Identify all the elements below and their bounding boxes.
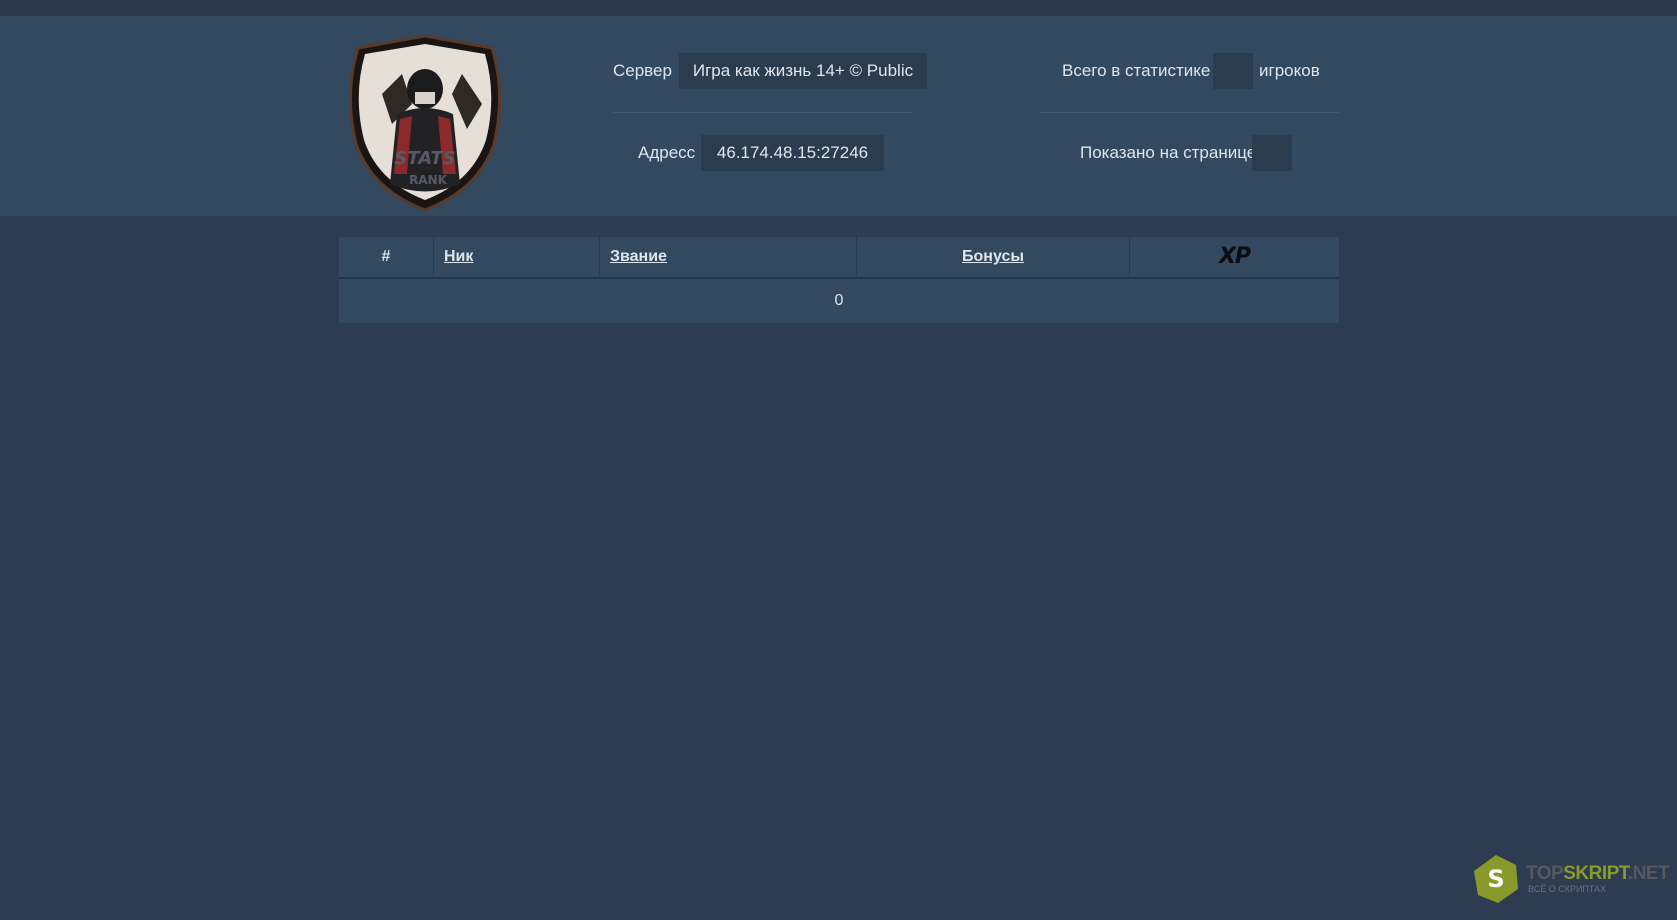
column-bonus[interactable]: Бонусы — [857, 237, 1130, 277]
logo-text-rank: RANK — [409, 173, 448, 187]
topskript-watermark: S TOPSKRIPT.NET ВСЁ О СКРИПТАХ — [1470, 853, 1670, 905]
watermark-text: TOPSKRIPT.NET — [1526, 863, 1670, 885]
total-label: Всего в статистике — [1062, 61, 1211, 80]
watermark-net: .NET — [1627, 863, 1670, 884]
watermark-top: TOP — [1526, 863, 1564, 884]
topskript-badge-icon: S — [1474, 855, 1518, 903]
server-divider — [613, 112, 913, 113]
sort-rank-link[interactable]: Звание — [610, 248, 667, 265]
server-value: Игра как жизнь 14+ © Public — [679, 53, 927, 89]
total-value — [1213, 53, 1253, 89]
column-rank[interactable]: Звание — [600, 237, 857, 277]
stats-header — [0, 16, 1677, 216]
stats-rank-logo: STATS RANK — [349, 34, 501, 212]
column-number: # — [339, 237, 434, 277]
watermark-subtitle: ВСЁ О СКРИПТАХ — [1528, 884, 1607, 894]
logo-text-stats: STATS — [394, 148, 455, 169]
shown-label: Показано на странице — [1080, 143, 1257, 162]
server-label: Сервер — [613, 61, 672, 80]
column-nick[interactable]: Ник — [434, 237, 600, 277]
table-header: # Ник Звание Бонусы XP — [339, 237, 1339, 279]
watermark-skript: SKRIPT — [1563, 863, 1628, 884]
sort-bonus-link[interactable]: Бонусы — [962, 248, 1024, 265]
top-bar — [0, 0, 1677, 16]
total-suffix: игроков — [1259, 61, 1320, 80]
shown-value — [1252, 135, 1292, 171]
total-divider — [1039, 112, 1339, 113]
badge-letter: S — [1487, 865, 1504, 893]
stats-table: # Ник Звание Бонусы XP 0 — [339, 237, 1339, 323]
xp-icon: XP — [1218, 244, 1251, 269]
sort-nick-link[interactable]: Ник — [444, 248, 473, 265]
address-label: Адресс — [638, 143, 696, 162]
address-value: 46.174.48.15:27246 — [701, 135, 884, 171]
table-row: 0 — [339, 279, 1339, 323]
column-xp: XP — [1130, 237, 1339, 277]
